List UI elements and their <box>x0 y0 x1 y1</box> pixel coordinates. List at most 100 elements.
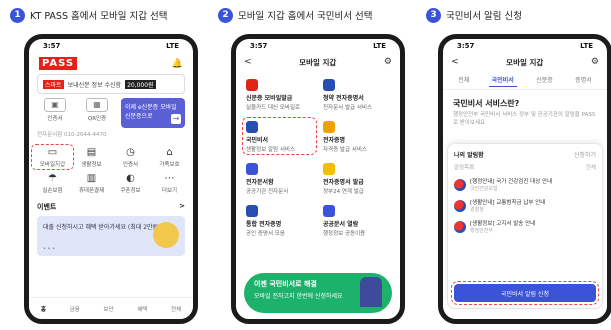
government-logo-icon <box>454 178 466 191</box>
tab[interactable]: 신분증 <box>533 73 556 87</box>
menu-item-icon: ⌂ <box>166 147 173 158</box>
menu-item-icon: ◷ <box>126 147 135 158</box>
service-item[interactable]: 전자증명 자격증 발급 서비스 <box>321 119 392 153</box>
payment-card[interactable]: 스마트 보내신분 정보 수신함 20,000원 <box>37 74 185 94</box>
document-row[interactable]: [행정안내] 국가 건강검진 대상 안내 국민건강보험 <box>454 177 596 192</box>
menu-item-label: 휴대폰결제 <box>78 188 105 194</box>
step-number-1: 1 <box>10 7 25 23</box>
settings-icon[interactable]: ⚙ <box>591 57 599 67</box>
filter-dropdown[interactable]: 전체 <box>586 163 596 171</box>
service-item[interactable]: 공공문서 열람 행정정보 공동이용 <box>321 203 392 237</box>
menu-item-label: 쿠폰정보 <box>120 188 141 194</box>
status-bar: 3:57 LTE <box>443 39 607 53</box>
tab[interactable]: 증명서 <box>572 73 595 87</box>
service-grid: 신분증 모바일발급 실물카드 대신 모바일로 청약 전자증명서 전자문서 발급 서비스… <box>236 71 400 243</box>
service-name: 공공문서 열람 <box>323 221 359 228</box>
service-icon <box>323 205 335 217</box>
government-logo-icon <box>454 199 466 212</box>
menu-item-icon: ▥ <box>86 173 97 184</box>
menu-item[interactable]: ◷ 인증서 <box>111 146 150 168</box>
step-1-text: KT PASS 홈에서 모바일 지갑 선택 <box>30 11 168 22</box>
service-name: 전자문서함 <box>246 179 274 186</box>
event-banner[interactable]: 대출 신청하시고 혜택 받아가세요 (최대 2만원 지급) • • • <box>37 216 185 256</box>
top-nav: < 모바일 지갑 ⚙ <box>236 53 400 71</box>
status-signal: LTE <box>580 42 593 50</box>
coin-illustration-icon <box>153 222 179 248</box>
bell-icon[interactable]: 🔔 <box>172 59 183 69</box>
menu-item-icon: ▭ <box>47 147 58 158</box>
service-item[interactable]: 전자증명서 발급 정부24 연계 발급 <box>321 161 392 195</box>
sheet-more-link[interactable]: 신청하기 <box>574 150 596 159</box>
document-org: 국민건강보험 <box>470 186 498 192</box>
banner-text: 이제 e신분증 모바일 신분증으로 <box>125 104 177 120</box>
quick-qr[interactable]: ▦ QR인증 <box>79 98 115 128</box>
service-icon <box>246 121 258 133</box>
menu-item-label: 더보기 <box>161 188 178 194</box>
step-number-3: 3 <box>426 7 441 23</box>
document-list: [행정안내] 국가 건강검진 대상 안내 국민건강보험 [생활안내] 교통범칙금 납… <box>454 177 596 234</box>
service-name: 신분증 모바일발급 <box>246 95 293 102</box>
service-icon <box>246 79 258 91</box>
menu-item-label: 실손보험 <box>42 188 63 194</box>
page-title: 모바일 지갑 <box>506 57 544 67</box>
qr-icon: ▦ <box>86 98 108 112</box>
document-row[interactable]: [생활정보] 고지서 발송 안내 행정안전부 <box>454 219 596 234</box>
document-row[interactable]: [생활안내] 교통범칙금 납부 안내 경찰청 <box>454 198 596 213</box>
chevron-right-icon[interactable]: > <box>179 202 185 212</box>
tab[interactable]: 전체 <box>455 73 472 87</box>
step-3-header: 3 국민비서 알림 신청 <box>426 7 522 23</box>
menu-item-icon: ▤ <box>86 147 97 158</box>
menu-item-label: 모바일지갑 <box>39 162 66 168</box>
menu-item[interactable]: ☂ 실손보험 <box>33 172 72 194</box>
service-item[interactable]: 청약 전자증명서 전자문서 발급 서비스 <box>321 77 392 111</box>
service-item[interactable]: 통합 전자증명 공인 증명서 모음 <box>244 203 315 237</box>
settings-icon[interactable]: ⚙ <box>384 57 392 67</box>
menu-item-icon: ◐ <box>126 173 135 184</box>
menu-item[interactable]: ⌂ 가족보호 <box>150 146 189 168</box>
nav-item[interactable]: 전체 <box>171 305 181 313</box>
document-org: 행정안전부 <box>470 228 494 234</box>
card-amount: 20,000원 <box>125 79 156 89</box>
quick-qr-label: QR인증 <box>87 116 107 122</box>
menu-item[interactable]: ▤ 생활정보 <box>72 146 111 168</box>
sheet-sub-left: 알림목록 <box>454 165 475 171</box>
phone-national-secretary: 3:57 LTE < 모바일 지갑 ⚙ 전체 국민비서 신분증 증명서 국민비서 서비… <box>438 34 611 324</box>
nav-item[interactable]: 혜택 <box>137 305 147 313</box>
apply-notification-button[interactable]: 국민비서 알림 신청 <box>451 281 599 305</box>
pass-logo: PASS <box>39 57 78 70</box>
service-item[interactable]: 신분증 모바일발급실물카드 대신 모바일로 <box>244 77 315 111</box>
notification-sheet: 나의 알림함 신청하기 알림목록 전체 [행정안내] 국가 건강검진 대상 안내… <box>447 143 603 309</box>
nav-item[interactable]: 홈 <box>41 305 46 313</box>
step-3-text: 국민비서 알림 신청 <box>446 11 522 22</box>
promo-text: 모바일 전자고지 한번에 신청하세요 <box>254 293 343 300</box>
service-desc: 정부24 연계 발급 <box>323 189 364 195</box>
menu-item-label: 생활정보 <box>81 162 102 168</box>
service-name: 국민비서 <box>246 137 269 144</box>
nav-item[interactable]: 금융 <box>70 305 80 313</box>
mobile-id-banner[interactable]: 이제 e신분증 모바일 신분증으로 → <box>121 98 185 128</box>
menu-item[interactable]: ▥ 휴대폰결제 <box>72 172 111 194</box>
service-item[interactable]: 전자문서함 공공기관 전자문서 <box>244 161 315 195</box>
menu-item[interactable]: ⋯ 더보기 <box>150 172 189 194</box>
status-bar: 3:57 LTE <box>236 39 400 53</box>
promo-banner[interactable]: 이젠 국민비서로 해결 모바일 전자고지 한번에 신청하세요 <box>244 273 392 313</box>
menu-item[interactable]: ▭ 모바일지갑 <box>31 144 74 170</box>
status-signal: LTE <box>166 42 179 50</box>
service-icon <box>323 121 335 133</box>
document-org: 경찰청 <box>470 207 484 213</box>
back-icon[interactable]: < <box>244 57 252 67</box>
menu-grid: ▭ 모바일지갑 ▤ 생활정보 ◷ 인증서 ⌂ 가족보호 ☂ 실손보험 ▥ 휴대폰결제 ◐ 쿠폰정보 ⋯ 더보기 <box>29 140 193 194</box>
inbox-note: 전자문서함 010-2644-4470 <box>37 132 107 138</box>
status-bar: 3:57 LTE <box>29 39 193 53</box>
service-desc: 실물카드 대신 모바일로 <box>246 105 301 111</box>
event-title: 이벤트 <box>37 203 57 211</box>
menu-item-label: 가족보호 <box>159 162 180 168</box>
tab[interactable]: 국민비서 <box>488 73 517 87</box>
service-item[interactable]: 국민비서 생활정보 알림 서비스 <box>242 117 317 155</box>
back-icon[interactable]: < <box>451 57 459 67</box>
certificate-icon: ▣ <box>44 98 66 112</box>
menu-item[interactable]: ◐ 쿠폰정보 <box>111 172 150 194</box>
nav-item[interactable]: 보안 <box>103 305 113 313</box>
top-nav: < 모바일 지갑 ⚙ <box>443 53 607 71</box>
quick-certificate[interactable]: ▣ 인증서 <box>37 98 73 128</box>
